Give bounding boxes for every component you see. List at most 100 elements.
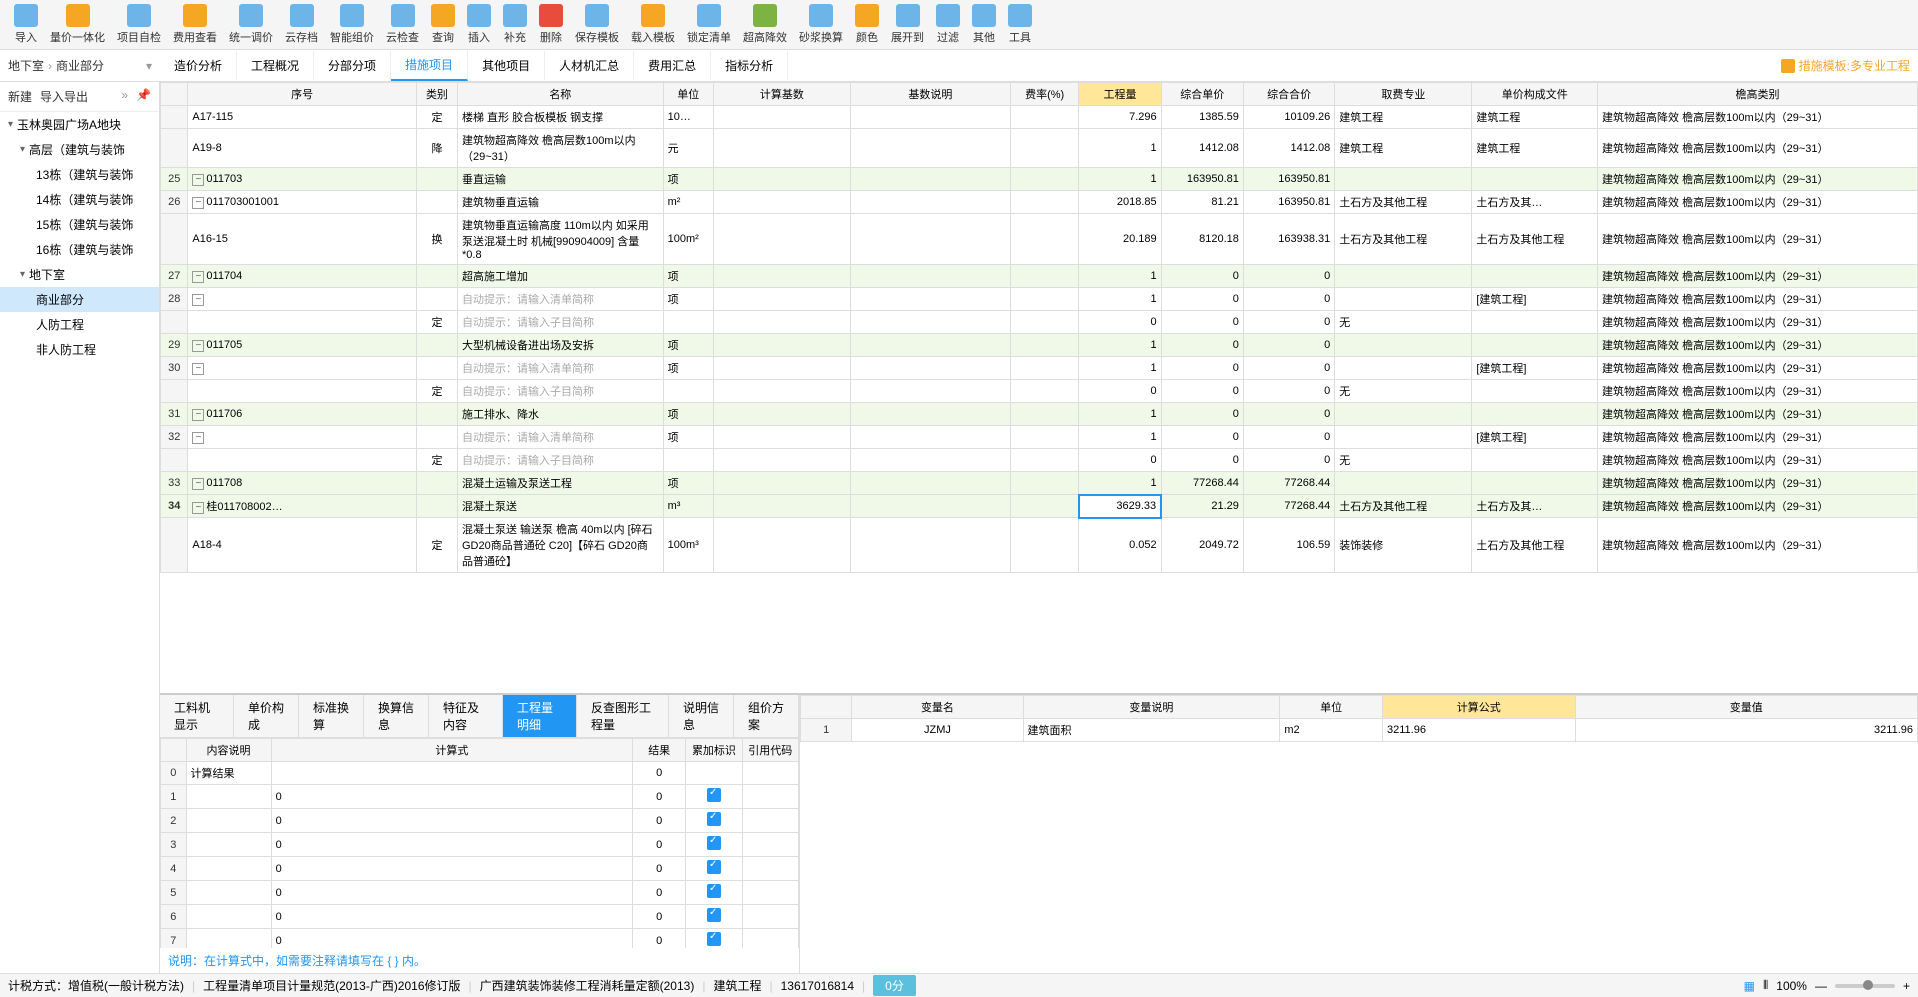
col-header[interactable]: 综合合价 — [1243, 83, 1334, 106]
tree-item[interactable]: 商业部分 — [0, 287, 159, 312]
col-header[interactable]: 变量说明 — [1023, 696, 1280, 719]
table-row[interactable]: 28−自动提示：请输入清单简称项100[建筑工程]建筑物超高降效 檐高层数100… — [161, 288, 1918, 311]
table-row[interactable]: A16-15换建筑物垂直运输高度 110m以内 如采用泵送混凝土时 机械[990… — [161, 214, 1918, 265]
table-row[interactable]: 定自动提示：请输入子目简称000无建筑物超高降效 檐高层数100m以内（29~3… — [161, 311, 1918, 334]
tool-锁定清单[interactable]: 锁定清单 — [681, 2, 737, 47]
table-row[interactable]: 1JZMJ建筑面积m23211.963211.96 — [801, 719, 1918, 742]
tree-item[interactable]: 14栋（建筑与装饰 — [0, 187, 159, 212]
tree-item[interactable]: 13栋（建筑与装饰 — [0, 162, 159, 187]
col-header[interactable]: 结果 — [633, 739, 686, 762]
dropdown-icon[interactable]: ▾ — [146, 59, 152, 73]
table-row[interactable]: 定自动提示：请输入子目简称000无建筑物超高降效 檐高层数100m以内（29~3… — [161, 380, 1918, 403]
expand-icon[interactable]: − — [192, 197, 204, 209]
tool-费用查看[interactable]: 费用查看 — [167, 2, 223, 47]
table-row[interactable]: 26−011703001001建筑物垂直运输m²2018.8581.211639… — [161, 191, 1918, 214]
tool-载入模板[interactable]: 载入模板 — [625, 2, 681, 47]
import-export-button[interactable]: 导入导出 — [40, 88, 88, 105]
col-header[interactable]: 变量名 — [852, 696, 1023, 719]
table-row[interactable]: 定自动提示：请输入子目简称000无建筑物超高降效 檐高层数100m以内（29~3… — [161, 449, 1918, 472]
col-header[interactable]: 单位 — [663, 83, 713, 106]
tree-item[interactable]: ▾地下室 — [0, 262, 159, 287]
table-row[interactable]: A17-115定楼梯 直形 胶合板模板 钢支撑10…7.2961385.5910… — [161, 106, 1918, 129]
tool-保存模板[interactable]: 保存模板 — [569, 2, 625, 47]
tool-超高降效[interactable]: 超高降效 — [737, 2, 793, 47]
table-row[interactable]: 31−011706施工排水、降水项100建筑物超高降效 檐高层数100m以内（2… — [161, 403, 1918, 426]
bottom-tab[interactable]: 反查图形工程量 — [577, 695, 669, 737]
tool-插入[interactable]: 插入 — [461, 2, 497, 47]
tree-item[interactable]: 非人防工程 — [0, 337, 159, 362]
tab-造价分析[interactable]: 造价分析 — [160, 51, 237, 80]
expand-icon[interactable]: − — [192, 363, 204, 375]
tab-指标分析[interactable]: 指标分析 — [711, 51, 788, 80]
col-header[interactable]: 计算式 — [271, 739, 633, 762]
pin-icon[interactable]: 📌 — [136, 88, 151, 105]
col-header[interactable]: 基数说明 — [850, 83, 1010, 106]
new-button[interactable]: 新建 — [8, 88, 32, 105]
table-row[interactable]: 500 — [161, 881, 799, 905]
table-row[interactable]: 33−011708混凝土运输及泵送工程项177268.4477268.44建筑物… — [161, 472, 1918, 495]
expand-icon[interactable]: − — [192, 271, 204, 283]
table-row[interactable]: 0计算结果0 — [161, 762, 799, 785]
table-row[interactable]: 29−011705大型机械设备进出场及安拆项100建筑物超高降效 檐高层数100… — [161, 334, 1918, 357]
view-icon[interactable]: ▦ — [1744, 979, 1755, 993]
bottom-tab[interactable]: 组价方案 — [734, 695, 799, 737]
tool-过滤[interactable]: 过滤 — [930, 2, 966, 47]
checkbox-icon[interactable] — [707, 788, 721, 802]
view-icon-2[interactable]: ⦀ — [1763, 978, 1768, 993]
expand-icon[interactable]: − — [192, 502, 204, 514]
tree-item[interactable]: ▾玉林奥园广场A地块 — [0, 112, 159, 137]
col-header[interactable]: 单位 — [1280, 696, 1383, 719]
bottom-tab[interactable]: 说明信息 — [669, 695, 734, 737]
col-header[interactable]: 取费专业 — [1335, 83, 1472, 106]
bottom-tab[interactable]: 标准换算 — [299, 695, 364, 737]
col-header[interactable]: 单价构成文件 — [1472, 83, 1598, 106]
breadcrumb-a[interactable]: 地下室 — [8, 57, 44, 74]
col-header[interactable]: 计算公式 — [1383, 696, 1576, 719]
tab-费用汇总[interactable]: 费用汇总 — [634, 51, 711, 80]
tool-云检查[interactable]: 云检查 — [380, 2, 425, 47]
breadcrumb-b[interactable]: 商业部分 — [56, 57, 104, 74]
expand-icon[interactable]: − — [192, 174, 204, 186]
tab-人材机汇总[interactable]: 人材机汇总 — [545, 51, 634, 80]
tool-补充[interactable]: 补充 — [497, 2, 533, 47]
bottom-tab[interactable]: 工程量明细 — [503, 695, 577, 737]
zoom-out-button[interactable]: — — [1815, 979, 1827, 993]
checkbox-icon[interactable] — [707, 908, 721, 922]
tool-工具[interactable]: 工具 — [1002, 2, 1038, 47]
zoom-in-button[interactable]: + — [1903, 979, 1910, 993]
col-header[interactable]: 名称 — [458, 83, 664, 106]
tool-导入[interactable]: 导入 — [8, 2, 44, 47]
tool-展开到[interactable]: 展开到 — [885, 2, 930, 47]
col-header[interactable]: 累加标识 — [686, 739, 742, 762]
col-header[interactable]: 费率(%) — [1010, 83, 1079, 106]
col-header[interactable] — [801, 696, 852, 719]
col-header[interactable]: 类别 — [416, 83, 457, 106]
tab-其他项目[interactable]: 其他项目 — [468, 51, 545, 80]
table-row[interactable]: 300 — [161, 833, 799, 857]
checkbox-icon[interactable] — [707, 812, 721, 826]
table-row[interactable]: 25−011703垂直运输项1163950.81163950.81建筑物超高降效… — [161, 168, 1918, 191]
col-header[interactable] — [161, 83, 188, 106]
tree-item[interactable]: 人防工程 — [0, 312, 159, 337]
table-row[interactable]: 200 — [161, 809, 799, 833]
table-row[interactable]: 100 — [161, 785, 799, 809]
col-header[interactable]: 计算基数 — [713, 83, 850, 106]
table-row[interactable]: 27−011704超高施工增加项100建筑物超高降效 檐高层数100m以内（29… — [161, 265, 1918, 288]
bottom-tab[interactable]: 单价构成 — [234, 695, 299, 737]
tool-颜色[interactable]: 颜色 — [849, 2, 885, 47]
col-header[interactable]: 内容说明 — [186, 739, 271, 762]
tool-云存档[interactable]: 云存档 — [279, 2, 324, 47]
col-header[interactable]: 工程量 — [1079, 83, 1161, 106]
col-header[interactable]: 综合单价 — [1161, 83, 1243, 106]
table-row[interactable]: A18-4定混凝土泵送 输送泵 檐高 40m以内 [碎石 GD20商品普通砼 C… — [161, 518, 1918, 573]
col-header[interactable] — [161, 739, 187, 762]
table-row[interactable]: 30−自动提示：请输入清单简称项100[建筑工程]建筑物超高降效 檐高层数100… — [161, 357, 1918, 380]
tool-砂浆换算[interactable]: 砂浆换算 — [793, 2, 849, 47]
table-row[interactable]: 32−自动提示：请输入清单简称项100[建筑工程]建筑物超高降效 檐高层数100… — [161, 426, 1918, 449]
expand-icon[interactable]: − — [192, 340, 204, 352]
status-score[interactable]: 0分 — [873, 975, 916, 996]
bottom-tab[interactable]: 工料机显示 — [160, 695, 234, 737]
col-header[interactable]: 檐高类别 — [1598, 83, 1918, 106]
tool-删除[interactable]: 删除 — [533, 2, 569, 47]
expand-icon[interactable]: − — [192, 409, 204, 421]
